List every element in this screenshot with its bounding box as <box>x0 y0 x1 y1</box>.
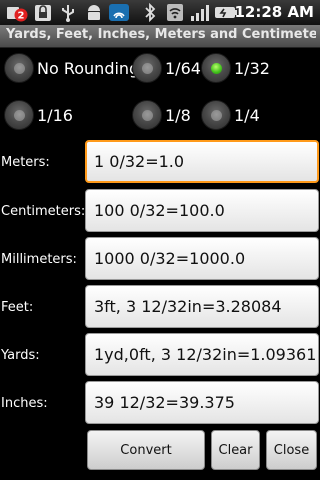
radio-label: 1/64 <box>165 58 201 78</box>
android-icon <box>84 3 104 22</box>
centimeters-field[interactable]: 100 0/32=100.0 <box>85 189 319 232</box>
feet-label: Feet: <box>1 300 34 315</box>
radio-button-icon <box>132 53 162 83</box>
clear-button[interactable]: Clear <box>211 430 260 470</box>
bluetooth-icon <box>143 2 157 23</box>
radio-1-8[interactable]: 1/8 <box>132 98 191 132</box>
radio-label: 1/32 <box>234 58 270 78</box>
notification-count: 2 <box>18 11 25 22</box>
millimeters-field[interactable]: 1000 0/32=1000.0 <box>85 237 319 280</box>
clock: 12:28 AM <box>234 3 314 21</box>
radio-button-icon <box>4 100 34 130</box>
inches-label: Inches: <box>1 396 48 411</box>
lock-icon <box>33 3 53 22</box>
millimeters-label: Millimeters: <box>1 252 77 267</box>
radio-label: 1/4 <box>234 105 260 125</box>
radio-no-rounding[interactable]: No Rounding <box>4 51 139 85</box>
radio-label: No Rounding <box>37 58 140 78</box>
radio-button-icon <box>132 100 162 130</box>
radio-label: 1/16 <box>37 105 73 125</box>
usb-icon <box>58 3 78 22</box>
app-title: Yards, Feet, Inches, Meters and Centimet… <box>6 27 316 42</box>
feet-field[interactable]: 3ft, 3 12/32in=3.28084 <box>85 285 319 328</box>
signal-icon <box>190 3 210 22</box>
convert-button[interactable]: Convert <box>87 430 205 470</box>
yards-field[interactable]: 1yd,0ft, 3 12/32in=1.09361 <box>85 333 319 376</box>
radio-1-32[interactable]: 1/32 <box>201 51 270 85</box>
notification-badge-icon: 2 <box>5 3 29 22</box>
radio-1-16[interactable]: 1/16 <box>4 98 73 132</box>
centimeters-label: Centimeters: <box>1 204 86 219</box>
meters-field[interactable]: 1 0/32=1.0 <box>85 140 319 183</box>
radio-button-icon <box>4 53 34 83</box>
status-bar: 2 12:28 AM <box>0 0 320 25</box>
radio-button-icon <box>201 100 231 130</box>
radio-1-64[interactable]: 1/64 <box>132 51 201 85</box>
radio-button-checked-icon <box>201 53 231 83</box>
yards-label: Yards: <box>1 348 40 363</box>
radio-label: 1/8 <box>165 105 191 125</box>
title-bar: Yards, Feet, Inches, Meters and Centimet… <box>0 25 320 48</box>
meters-label: Meters: <box>1 155 50 170</box>
radio-1-4[interactable]: 1/4 <box>201 98 260 132</box>
wifi-hotspot-icon <box>108 3 130 22</box>
wifi-icon <box>166 3 184 22</box>
close-button[interactable]: Close <box>266 430 317 470</box>
inches-field[interactable]: 39 12/32=39.375 <box>85 381 319 424</box>
